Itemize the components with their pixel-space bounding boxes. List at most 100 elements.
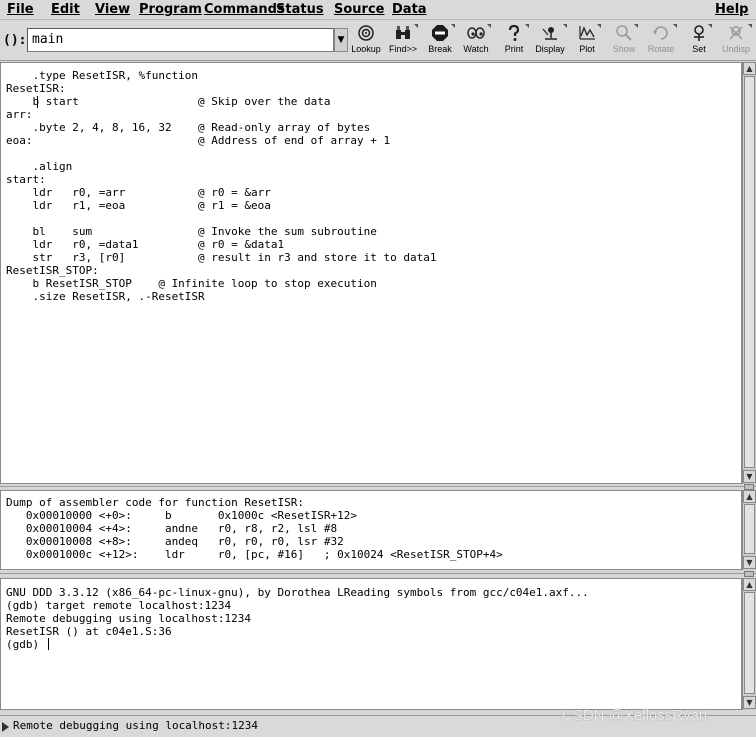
print-label: Print — [504, 44, 524, 54]
watch-button[interactable]: Watch — [461, 24, 491, 58]
assembler-line[interactable]: 0x00010000 <+0>: b 0x1000c <ResetISR+12> — [6, 509, 503, 522]
source-line[interactable] — [6, 212, 436, 225]
dropdown-corner-icon — [673, 24, 677, 28]
source-line[interactable] — [6, 147, 436, 160]
print-button[interactable]: Print — [499, 24, 529, 58]
source-scroll-thumb[interactable] — [744, 76, 755, 468]
rotate-icon — [653, 26, 668, 40]
console-line[interactable]: (gdb) — [6, 638, 589, 651]
source-line[interactable]: ldr r0, =data1 @ r0 = &data1 — [6, 238, 436, 251]
dropdown-corner-icon — [748, 24, 752, 28]
undisplay-icon — [729, 26, 743, 40]
display-button[interactable]: Display — [533, 24, 567, 58]
scroll-down-arrow-icon[interactable]: ▼ — [743, 556, 756, 569]
console-line[interactable]: (gdb) target remote localhost:1234 — [6, 599, 589, 612]
show-button[interactable]: Show — [610, 24, 638, 58]
menu-program[interactable]: Program — [139, 1, 202, 18]
display-label: Display — [535, 44, 565, 54]
assembler-line[interactable]: Dump of assembler code for function Rese… — [6, 496, 503, 509]
scroll-down-arrow-icon[interactable]: ▼ — [743, 470, 756, 483]
menu-status[interactable]: Status — [276, 1, 324, 18]
break-label: Break — [428, 44, 452, 54]
source-line[interactable]: .type ResetISR, %function — [6, 69, 436, 82]
eyes-icon — [467, 27, 485, 39]
machine-code-window[interactable]: Dump of assembler code for function Rese… — [0, 490, 742, 570]
display-icon — [542, 27, 557, 40]
plot-button[interactable]: Plot — [573, 24, 601, 58]
source-line[interactable]: start: — [6, 173, 436, 186]
break-button[interactable]: Break — [425, 24, 455, 58]
menu-bar: File Edit View Program Commands Status S… — [0, 0, 756, 20]
menu-edit[interactable]: Edit — [51, 1, 80, 18]
console-line[interactable]: ResetISR () at c04e1.S:36 — [6, 625, 589, 638]
dropdown-corner-icon — [414, 24, 418, 28]
assembler-line[interactable]: 0x00010004 <+4>: andne r0, r8, r2, lsl #… — [6, 522, 503, 535]
rotate-label: Rotate — [647, 44, 675, 54]
console-scrollbar[interactable]: ▲ ▼ — [742, 578, 756, 710]
pane-resize-handle[interactable] — [744, 571, 754, 577]
source-line[interactable]: arr: — [6, 108, 436, 121]
scroll-up-arrow-icon[interactable]: ▲ — [743, 62, 756, 75]
question-mark-icon — [508, 24, 520, 41]
source-window[interactable]: .type ResetISR, %function ResetISR: b sta… — [0, 62, 742, 484]
source-line[interactable]: .byte 2, 4, 8, 16, 32 @ Read-only array … — [6, 121, 436, 134]
console-scroll-thumb[interactable] — [744, 592, 755, 694]
dropdown-corner-icon — [451, 24, 455, 28]
toolbar: (): main ▼ Lookup Find>> Break Watch Pri… — [0, 21, 756, 61]
scroll-up-arrow-icon[interactable]: ▲ — [743, 490, 756, 503]
lookup-button[interactable]: Lookup — [350, 24, 382, 58]
binoculars-icon — [396, 26, 410, 39]
source-line[interactable]: .align — [6, 160, 436, 173]
source-line[interactable]: b ResetISR_STOP @ Infinite loop to stop … — [6, 277, 436, 290]
console-output[interactable]: GNU DDD 3.3.12 (x86_64-pc-linux-gnu), by… — [6, 586, 589, 651]
argument-input[interactable]: main — [27, 28, 334, 52]
undisp-button[interactable]: Undisp — [720, 24, 752, 58]
assembler-line[interactable]: 0x00010008 <+8>: andeq r0, r0, r0, lsr #… — [6, 535, 503, 548]
assembler-scroll-thumb[interactable] — [744, 504, 755, 554]
console-cursor — [48, 638, 49, 650]
separator-line — [0, 573, 756, 574]
menu-view[interactable]: View — [95, 1, 130, 18]
lookup-label: Lookup — [351, 44, 381, 54]
assembler-line[interactable]: 0x0001000c <+12>: ldr r0, [pc, #16] ; 0x… — [6, 548, 503, 561]
menu-source[interactable]: Source — [334, 1, 384, 18]
undisp-label: Undisp — [721, 44, 750, 54]
source-line[interactable]: ldr r1, =eoa @ r1 = &eoa — [6, 199, 436, 212]
source-line[interactable]: bl sum @ Invoke the sum subroutine — [6, 225, 436, 238]
argument-label: (): — [3, 33, 27, 48]
status-message: Remote debugging using localhost:1234 — [13, 719, 259, 732]
dropdown-corner-icon — [487, 24, 491, 28]
source-scrollbar[interactable]: ▲ ▼ — [742, 62, 756, 484]
argument-dropdown-button[interactable]: ▼ — [334, 28, 348, 52]
debugger-console[interactable]: GNU DDD 3.3.12 (x86_64-pc-linux-gnu), by… — [0, 578, 742, 710]
source-line[interactable]: str r3, [r0] @ result in r3 and store it… — [6, 251, 436, 264]
find-button[interactable]: Find>> — [388, 24, 418, 58]
status-arrow-icon[interactable] — [2, 722, 9, 732]
rotate-button[interactable]: Rotate — [645, 24, 677, 58]
source-line[interactable]: eoa: @ Address of end of array + 1 — [6, 134, 436, 147]
assembler-code[interactable]: Dump of assembler code for function Rese… — [6, 496, 503, 561]
scroll-down-arrow-icon[interactable]: ▼ — [743, 696, 756, 709]
menu-file[interactable]: File — [7, 1, 34, 18]
menu-help[interactable]: Help — [715, 1, 748, 18]
menu-data[interactable]: Data — [392, 1, 427, 18]
dropdown-corner-icon — [634, 24, 638, 28]
set-button[interactable]: Set — [686, 24, 712, 58]
source-line[interactable]: ResetISR: — [6, 82, 436, 95]
find-label: Find>> — [388, 44, 418, 54]
plot-icon — [579, 26, 595, 40]
assembler-scrollbar[interactable]: ▲ ▼ — [742, 490, 756, 570]
text-cursor — [37, 96, 38, 108]
plot-label: Plot — [579, 44, 595, 54]
scroll-up-arrow-icon[interactable]: ▲ — [743, 578, 756, 591]
console-line[interactable]: Remote debugging using localhost:1234 — [6, 612, 589, 625]
source-line[interactable]: ResetISR_STOP: — [6, 264, 436, 277]
source-line[interactable]: .size ResetISR, .-ResetISR — [6, 290, 436, 303]
source-code[interactable]: .type ResetISR, %function ResetISR: b sta… — [6, 69, 436, 303]
console-line[interactable]: GNU DDD 3.3.12 (x86_64-pc-linux-gnu), by… — [6, 586, 589, 599]
pane-separator[interactable] — [0, 571, 756, 577]
watch-label: Watch — [463, 44, 489, 54]
menu-commands[interactable]: Commands — [204, 1, 285, 18]
source-line[interactable]: ldr r0, =arr @ r0 = &arr — [6, 186, 436, 199]
source-line[interactable]: b start @ Skip over the data — [6, 95, 436, 108]
